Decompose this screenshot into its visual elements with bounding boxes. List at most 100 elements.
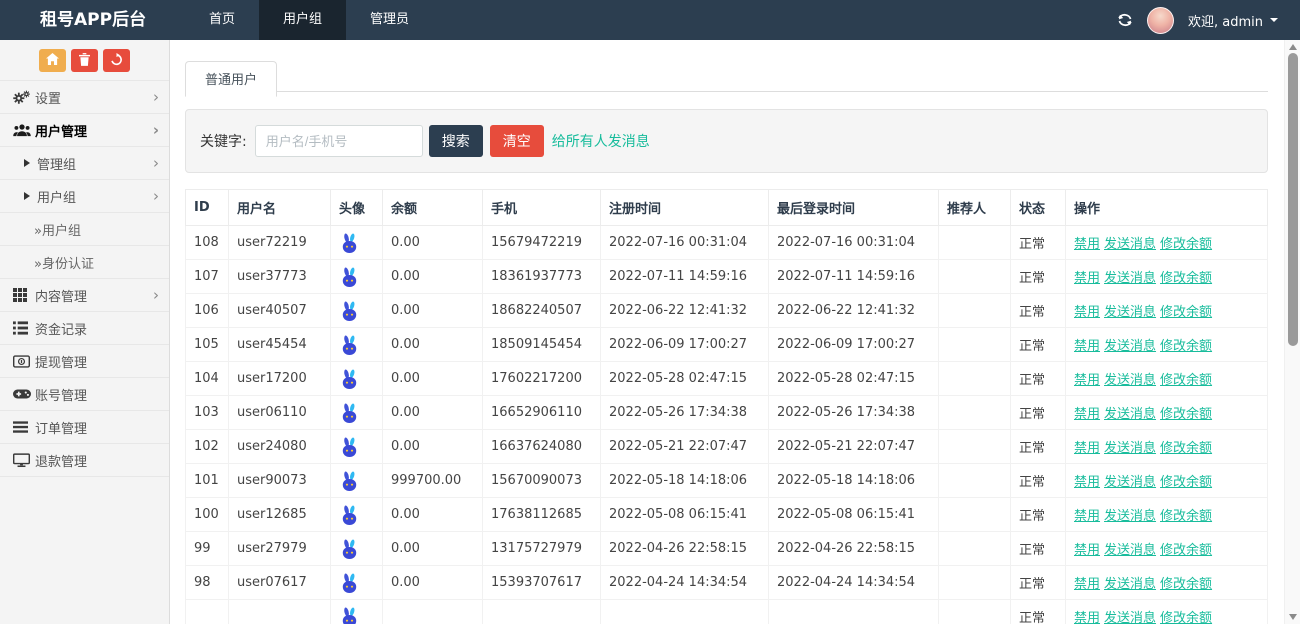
cell-avatar <box>331 464 383 498</box>
sidebar-item-user-management[interactable]: 用户管理› <box>0 114 169 147</box>
tab-normal-users[interactable]: 普通用户 <box>185 61 277 97</box>
search-input[interactable] <box>255 125 423 157</box>
send-message-link[interactable]: 发送消息 <box>1104 543 1156 558</box>
cell-actions: 禁用发送消息修改余额 <box>1066 498 1268 532</box>
disable-link[interactable]: 禁用 <box>1074 407 1100 422</box>
cell-phone: 13175727979 <box>483 532 601 566</box>
sidebar-item-withdraw-management[interactable]: 提现管理 <box>0 345 169 378</box>
sidebar-home-button[interactable] <box>39 49 66 72</box>
send-message-link[interactable]: 发送消息 <box>1104 237 1156 252</box>
sidebar-item-user-group[interactable]: 用户组› <box>0 180 169 213</box>
cell-balance: 0.00 <box>383 328 483 362</box>
list-icon <box>13 321 35 335</box>
refresh-icon[interactable] <box>1117 13 1133 27</box>
table-row: 103user061100.00166529061102022-05-26 17… <box>186 396 1268 430</box>
cell-balance: 0.00 <box>383 498 483 532</box>
cell-referrer <box>939 260 1011 294</box>
send-message-link[interactable]: 发送消息 <box>1104 509 1156 524</box>
cell-avatar <box>331 396 383 430</box>
disable-link[interactable]: 禁用 <box>1074 373 1100 388</box>
broadcast-message-link[interactable]: 给所有人发消息 <box>552 131 650 151</box>
cell-referrer <box>939 328 1011 362</box>
cell-referrer <box>939 600 1011 624</box>
sidebar-item-identity-auth[interactable]: »身份认证 <box>0 246 169 279</box>
modify-balance-link[interactable]: 修改余额 <box>1160 237 1212 252</box>
modify-balance-link[interactable]: 修改余额 <box>1160 577 1212 592</box>
modify-balance-link[interactable]: 修改余额 <box>1160 509 1212 524</box>
cell-actions: 禁用发送消息修改余额 <box>1066 600 1268 624</box>
cell-id: 108 <box>186 226 229 260</box>
cell-last-login: 2022-05-18 14:18:06 <box>769 464 939 498</box>
send-message-link[interactable]: 发送消息 <box>1104 339 1156 354</box>
cell-status: 正常 <box>1011 226 1066 260</box>
sidebar-item-content-management[interactable]: 内容管理› <box>0 279 169 312</box>
sidebar-menu: 设置›用户管理›管理组›用户组› »用户组 »身份认证内容管理›资金记录提现管理账号… <box>0 80 169 477</box>
cell-username: user45454 <box>229 328 331 362</box>
cell-avatar <box>331 430 383 464</box>
cell-phone: 16652906110 <box>483 396 601 430</box>
send-message-link[interactable]: 发送消息 <box>1104 305 1156 320</box>
users-table-wrap: ID用户名头像余额手机注册时间最后登录时间推荐人状态操作 108user7221… <box>185 189 1268 624</box>
cell-last-login: 2022-06-22 12:41:32 <box>769 294 939 328</box>
send-message-link[interactable]: 发送消息 <box>1104 611 1156 624</box>
modify-balance-link[interactable]: 修改余额 <box>1160 543 1212 558</box>
table-row: 98user076170.00153937076172022-04-24 14:… <box>186 566 1268 600</box>
send-message-link[interactable]: 发送消息 <box>1104 577 1156 592</box>
disable-link[interactable]: 禁用 <box>1074 543 1100 558</box>
disable-link[interactable]: 禁用 <box>1074 577 1100 592</box>
send-message-link[interactable]: 发送消息 <box>1104 271 1156 286</box>
send-message-link[interactable]: 发送消息 <box>1104 441 1156 456</box>
sidebar-item-user-group-sub[interactable]: »用户组 <box>0 213 169 246</box>
disable-link[interactable]: 禁用 <box>1074 509 1100 524</box>
disable-link[interactable]: 禁用 <box>1074 237 1100 252</box>
cell-registered: 2022-06-09 17:00:27 <box>601 328 769 362</box>
cell-username: user17200 <box>229 362 331 396</box>
modify-balance-link[interactable]: 修改余额 <box>1160 339 1212 354</box>
sidebar-item-account-management[interactable]: 账号管理 <box>0 378 169 411</box>
clear-button[interactable]: 清空 <box>490 125 544 157</box>
sidebar-item-order-management[interactable]: 订单管理 <box>0 411 169 444</box>
user-avatar[interactable] <box>1147 7 1174 34</box>
disable-link[interactable]: 禁用 <box>1074 271 1100 286</box>
modify-balance-link[interactable]: 修改余额 <box>1160 305 1212 320</box>
sidebar-item-label: »用户组 <box>34 220 81 239</box>
send-message-link[interactable]: 发送消息 <box>1104 373 1156 388</box>
cell-status: 正常 <box>1011 430 1066 464</box>
scroll-up-icon[interactable] <box>1289 44 1297 50</box>
modify-balance-link[interactable]: 修改余额 <box>1160 373 1212 388</box>
sidebar-recycle-button[interactable] <box>103 49 130 72</box>
cell-registered <box>601 600 769 624</box>
sidebar-trash-button[interactable] <box>71 49 98 72</box>
modify-balance-link[interactable]: 修改余额 <box>1160 407 1212 422</box>
disable-link[interactable]: 禁用 <box>1074 339 1100 354</box>
sidebar-item-admin-group[interactable]: 管理组› <box>0 147 169 180</box>
sidebar-item-settings[interactable]: 设置› <box>0 81 169 114</box>
cell-id: 101 <box>186 464 229 498</box>
nav-tab-home[interactable]: 首页 <box>185 0 259 40</box>
send-message-link[interactable]: 发送消息 <box>1104 407 1156 422</box>
disable-link[interactable]: 禁用 <box>1074 305 1100 320</box>
welcome-dropdown[interactable]: 欢迎, admin <box>1188 11 1278 30</box>
disable-link[interactable]: 禁用 <box>1074 441 1100 456</box>
cell-registered: 2022-05-21 22:07:47 <box>601 430 769 464</box>
search-button[interactable]: 搜索 <box>429 125 483 157</box>
modify-balance-link[interactable]: 修改余额 <box>1160 611 1212 624</box>
cell-last-login: 2022-05-08 06:15:41 <box>769 498 939 532</box>
sidebar-item-label: 订单管理 <box>35 418 87 437</box>
modify-balance-link[interactable]: 修改余额 <box>1160 441 1212 456</box>
sidebar-item-refund-management[interactable]: 退款管理 <box>0 444 169 477</box>
modify-balance-link[interactable]: 修改余额 <box>1160 475 1212 490</box>
nav-tab-user-group[interactable]: 用户组 <box>259 0 346 40</box>
cell-username: user07617 <box>229 566 331 600</box>
scroll-down-icon[interactable] <box>1289 614 1297 620</box>
send-message-link[interactable]: 发送消息 <box>1104 475 1156 490</box>
scrollbar-thumb[interactable] <box>1288 53 1298 346</box>
disable-link[interactable]: 禁用 <box>1074 611 1100 624</box>
cell-id: 100 <box>186 498 229 532</box>
disable-link[interactable]: 禁用 <box>1074 475 1100 490</box>
nav-tab-admin[interactable]: 管理员 <box>346 0 433 40</box>
cell-username: user40507 <box>229 294 331 328</box>
cell-last-login: 2022-07-16 00:31:04 <box>769 226 939 260</box>
sidebar-item-fund-records[interactable]: 资金记录 <box>0 312 169 345</box>
modify-balance-link[interactable]: 修改余额 <box>1160 271 1212 286</box>
